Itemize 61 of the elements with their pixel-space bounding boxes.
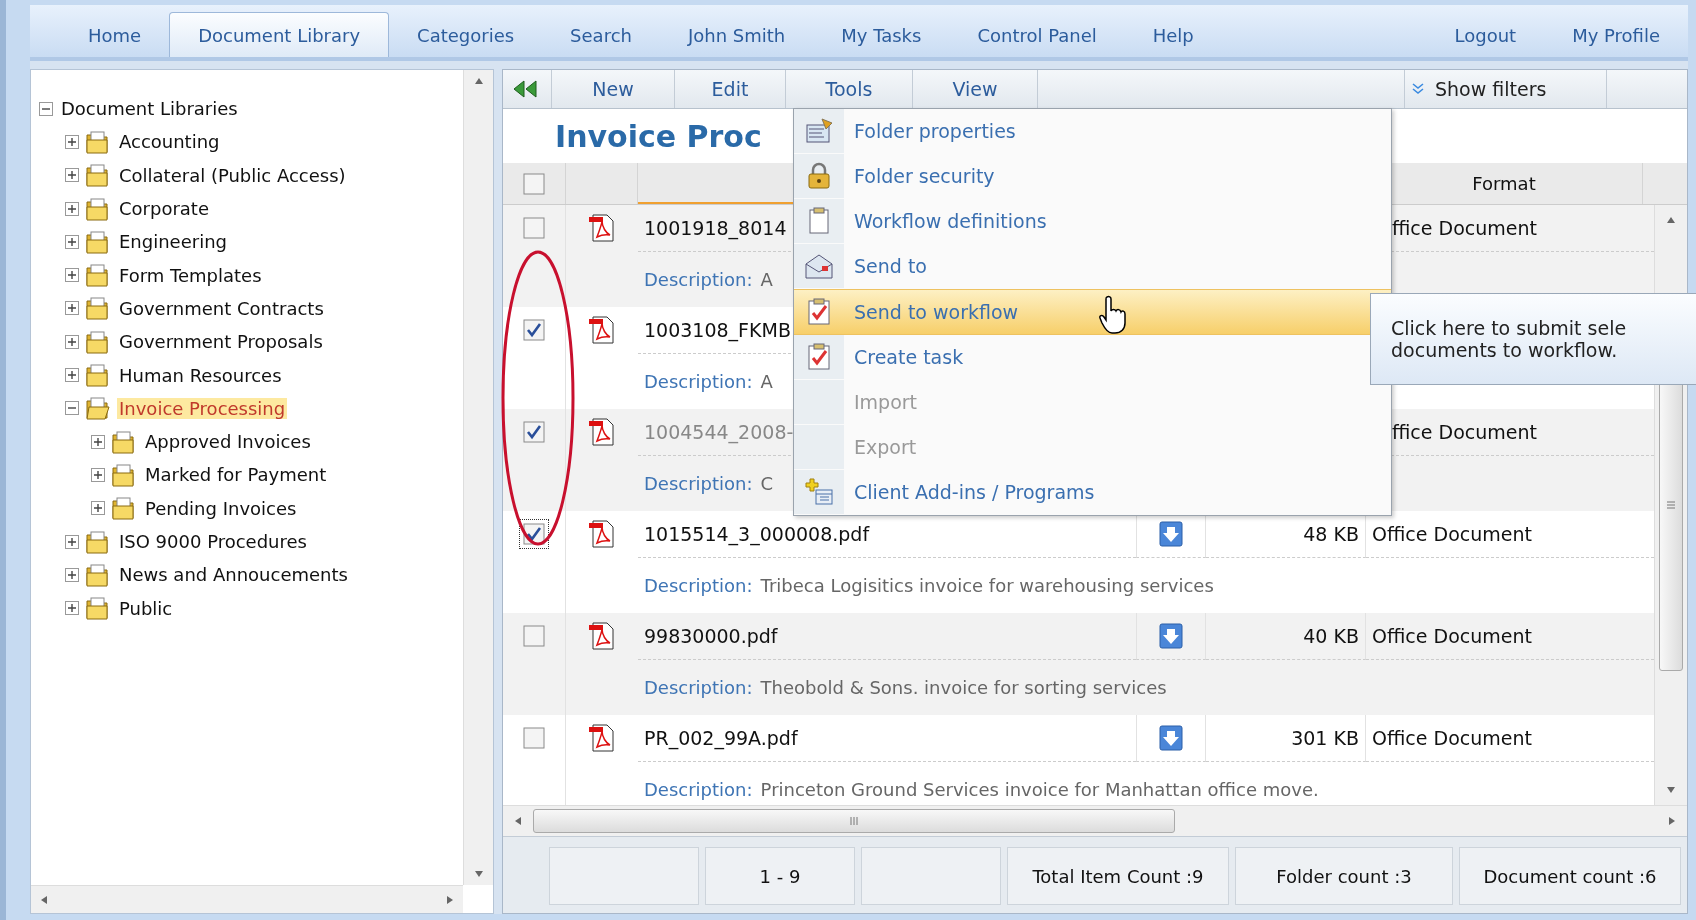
nav-tab[interactable]: Document Library (169, 12, 390, 57)
menu-item[interactable]: Folder security (794, 154, 1391, 199)
file-description: Description: A (644, 269, 773, 290)
tree-item[interactable]: Collateral (Public Access) (117, 164, 348, 186)
file-name[interactable]: PR_002_99A.pdf (644, 727, 798, 749)
file-description: Description: A (644, 371, 773, 392)
file-description: Description: Tribeca Logisitics invoice for warehousing services (644, 575, 1214, 596)
file-description: Description: Princeton Ground Services invoice for Manhattan office move. (644, 779, 1319, 800)
tree-item[interactable]: Public (117, 597, 175, 619)
file-size: 40 KB (1303, 625, 1359, 647)
file-name[interactable]: 99830000.pdf (644, 625, 778, 647)
file-format: Office Document (1372, 727, 1532, 749)
nav-tab[interactable]: Control Panel (949, 13, 1125, 57)
file-size: 48 KB (1303, 523, 1359, 545)
document-count: Document count :6 (1459, 847, 1681, 905)
total-count: Total Item Count :9 (1007, 847, 1229, 905)
tree-item[interactable]: Government Proposals (117, 331, 325, 353)
tooltip-text: Click here to submit sele (1391, 317, 1628, 339)
file-format: ffice Document (1392, 217, 1537, 239)
tree-item[interactable]: Government Contracts (117, 297, 326, 319)
menu-item[interactable]: Client Add-ins / Programs (794, 470, 1391, 515)
tree-item[interactable]: ISO 9000 Procedures (117, 531, 309, 552)
file-name[interactable]: 1004544_2008- (644, 421, 794, 443)
toolbar-button[interactable]: Edit (675, 70, 786, 108)
file-size: 301 KB (1291, 727, 1359, 749)
tree-root[interactable]: Document Libraries (59, 98, 240, 120)
toolbar-button[interactable]: New (552, 70, 675, 108)
tree-item[interactable]: Approved Invoices (143, 431, 313, 453)
file-format: Office Document (1372, 625, 1532, 647)
menu-item[interactable]: Workflow definitions (794, 199, 1391, 244)
tree-item[interactable]: News and Annoucements (117, 564, 350, 586)
tree-item[interactable]: Accounting (117, 131, 222, 153)
folder-count: Folder count :3 (1235, 847, 1453, 905)
tree-item[interactable]: Invoice Processing (117, 397, 288, 419)
filters-button[interactable]: Show filters (1404, 70, 1607, 108)
page-range: 1 - 9 (705, 847, 855, 905)
tree-item[interactable]: Pending Invoices (143, 497, 299, 519)
folder-title: Invoice Proc (555, 118, 762, 154)
nav-link[interactable]: My Profile (1544, 13, 1688, 57)
file-description: Description: Theobold & Sons. invoice for sorting services (644, 677, 1167, 698)
nav-tab[interactable]: John Smith (659, 13, 814, 57)
file-name[interactable]: 1001918_8014 (644, 217, 787, 239)
file-name[interactable]: 1003108_FKMB (644, 319, 791, 341)
nav-tab[interactable]: Help (1124, 13, 1222, 57)
tree-item[interactable]: Engineering (117, 231, 229, 253)
tree-item[interactable]: Corporate (117, 198, 211, 220)
file-format: ffice Document (1392, 421, 1537, 443)
tree-item[interactable]: Marked for Payment (143, 464, 329, 486)
tree-item[interactable]: Human Resources (117, 364, 284, 386)
nav-tab[interactable]: Search (542, 13, 660, 57)
tooltip-text: documents to workflow. (1391, 339, 1619, 361)
nav-link[interactable]: Logout (1426, 13, 1545, 57)
file-format: Office Document (1372, 523, 1532, 545)
nav-tab[interactable]: Categories (389, 13, 543, 57)
nav-tab[interactable]: My Tasks (813, 13, 950, 57)
nav-tab[interactable]: Home (60, 13, 170, 57)
file-description: Description: C (644, 473, 774, 494)
menu-item[interactable]: Send to workflow (794, 289, 1391, 335)
tree-item[interactable]: Form Templates (117, 264, 264, 286)
file-name[interactable]: 1015514_3_000008.pdf (644, 523, 870, 545)
menu-item[interactable]: Folder properties (794, 109, 1391, 154)
